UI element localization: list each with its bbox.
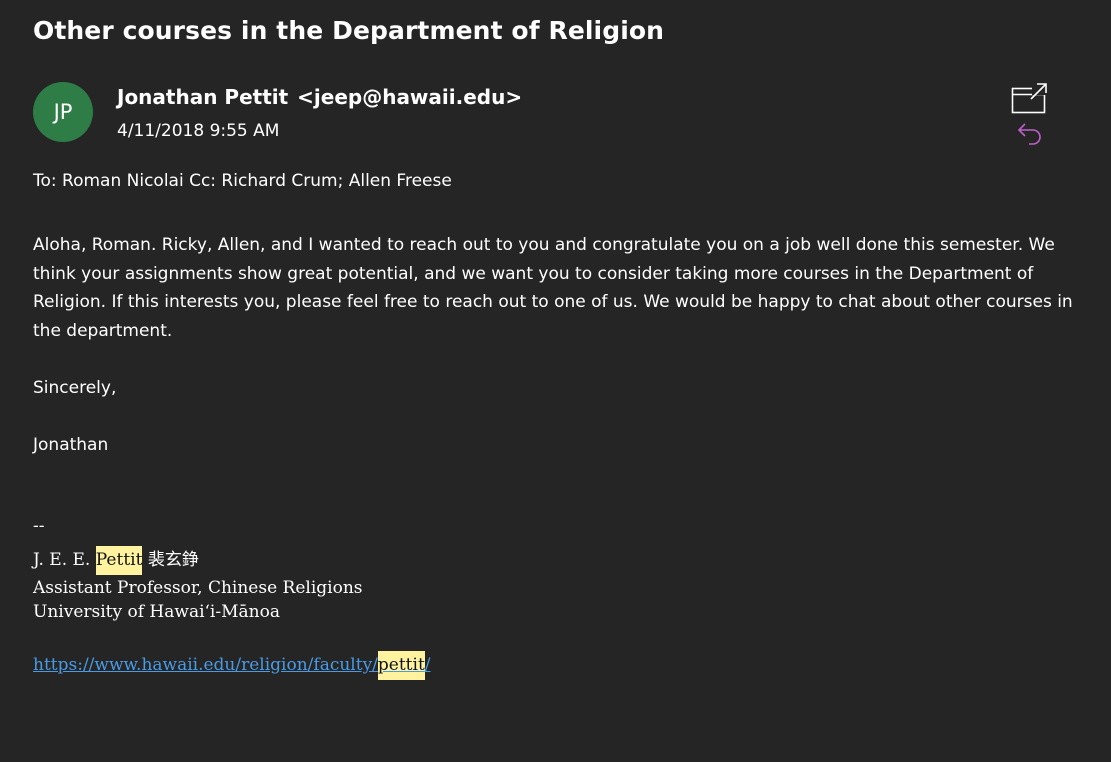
faculty-link-text[interactable]: https://www.hawaii.edu/religion/faculty/… [33, 651, 431, 680]
link-highlight: pettit [377, 651, 425, 680]
email-reading-pane: Other courses in the Department of Relig… [0, 0, 1111, 762]
link-suffix: / [424, 655, 431, 675]
signature-name-highlight: Pettit [95, 546, 143, 575]
signature-separator: -- [33, 516, 45, 535]
sign-off-text: Jonathan [33, 434, 109, 455]
body-paragraph: Aloha, Roman. Ricky, Allen, and I wanted… [33, 235, 1073, 341]
signature-university: University of Hawaiʻi-Mānoa [33, 602, 280, 622]
closing-text: Sincerely, [33, 377, 117, 398]
avatar[interactable]: JP [33, 82, 93, 142]
reply-icon[interactable] [1015, 118, 1045, 146]
signature-name-chinese: 裴玄錚 [147, 550, 199, 570]
sender-name[interactable]: Jonathan Pettit [117, 85, 288, 109]
avatar-initials: JP [53, 100, 73, 124]
sent-date: 4/11/2018 9:55 AM [117, 121, 280, 141]
sender-line[interactable]: Jonathan Pettit <jeep@hawaii.edu> [117, 85, 522, 109]
signature-name-prefix: J. E. E. [33, 550, 91, 570]
recipients-line: To: Roman Nicolai Cc: Richard Crum; Alle… [33, 171, 452, 191]
signature-name: J. E. E. Pettit 裴玄錚 [33, 545, 199, 575]
faculty-link[interactable]: https://www.hawaii.edu/religion/faculty/… [33, 651, 431, 680]
message-body: Aloha, Roman. Ricky, Allen, and I wanted… [33, 231, 1093, 459]
link-prefix: https://www.hawaii.edu/religion/faculty/ [33, 655, 378, 675]
signature-title: Assistant Professor, Chinese Religions [33, 578, 363, 598]
email-subject: Other courses in the Department of Relig… [33, 16, 665, 45]
popout-icon[interactable] [1010, 82, 1050, 116]
sender-email[interactable]: <jeep@hawaii.edu> [297, 85, 522, 109]
